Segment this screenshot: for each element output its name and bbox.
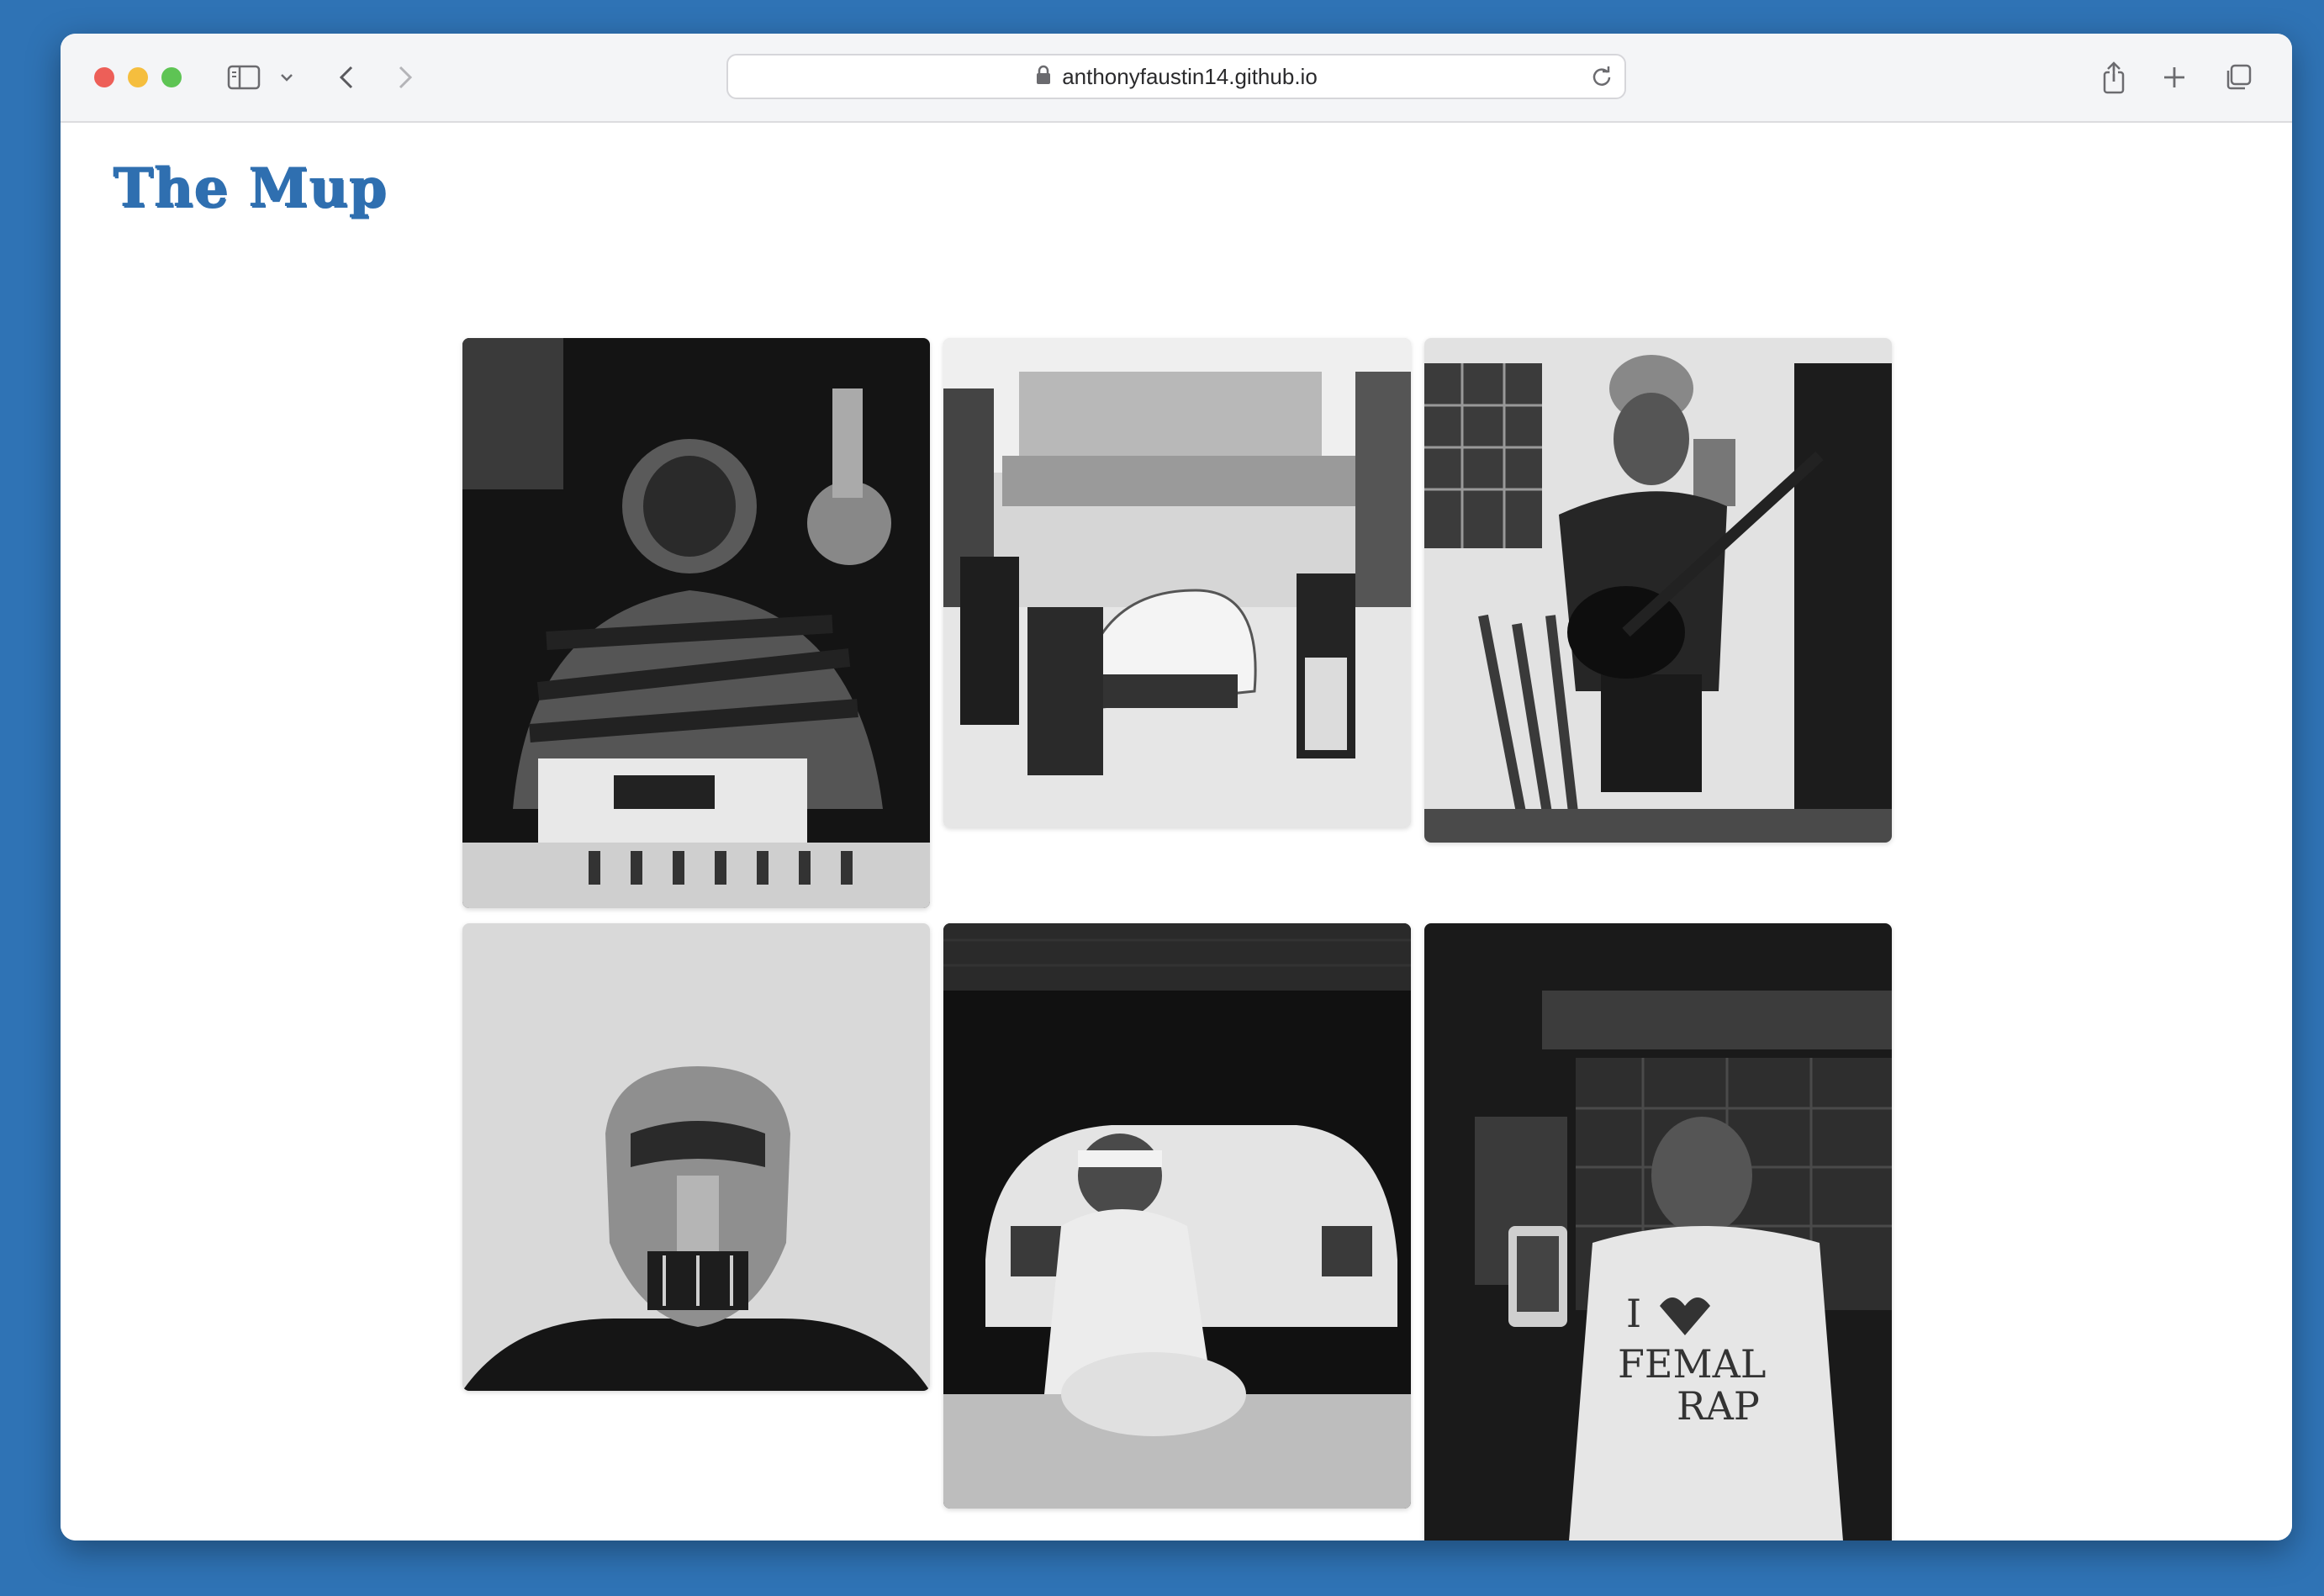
new-tab-icon[interactable] (2158, 55, 2191, 99)
site-title[interactable]: The Mup (113, 156, 387, 219)
chevron-down-icon[interactable] (276, 55, 298, 99)
svg-text:RAP: RAP (1677, 1383, 1760, 1429)
photo-studio-producer[interactable] (462, 338, 930, 908)
address-bar[interactable]: anthonyfaustin14.github.io (726, 54, 1626, 99)
photo-tshirt-phone[interactable]: I FEMAL RAP (1424, 923, 1892, 1541)
photo-guitar-room[interactable] (1424, 338, 1892, 843)
sidebar-toggle-icon[interactable] (224, 55, 264, 99)
zoom-window-button[interactable] (161, 67, 182, 87)
back-icon[interactable] (330, 55, 363, 99)
photo-metal-mask[interactable] (462, 923, 930, 1391)
photo-garage-car[interactable] (943, 923, 1411, 1509)
reload-icon[interactable] (1591, 66, 1613, 92)
share-icon[interactable] (2097, 55, 2131, 99)
photo-dodge-street[interactable] (943, 338, 1411, 827)
svg-text:I: I (1626, 1291, 1641, 1336)
svg-text:FEMAL: FEMAL (1618, 1341, 1766, 1387)
browser-window: anthonyfaustin14.github.io The Mup I FEM… (61, 34, 2292, 1541)
page-content: The Mup I FEMAL RAP (61, 123, 2292, 1541)
minimize-window-button[interactable] (128, 67, 148, 87)
browser-toolbar: anthonyfaustin14.github.io (61, 34, 2292, 123)
close-window-button[interactable] (94, 67, 114, 87)
forward-icon[interactable] (388, 55, 422, 99)
url-text: anthonyfaustin14.github.io (1062, 63, 1318, 89)
tab-overview-icon[interactable] (2221, 55, 2255, 99)
lock-icon (1035, 65, 1052, 89)
